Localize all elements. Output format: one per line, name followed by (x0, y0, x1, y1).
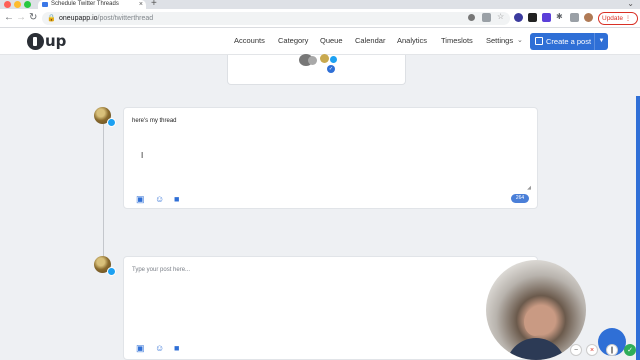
extension-icon[interactable] (528, 13, 537, 22)
sidebar-icon[interactable] (570, 13, 579, 22)
close-tab-icon[interactable]: × (139, 0, 143, 9)
twitter-badge-icon (107, 118, 116, 127)
selected-check-icon: ✓ (327, 65, 335, 73)
create-post-dropdown-icon[interactable]: ▼ (594, 33, 608, 50)
browser-tab[interactable]: Schedule Twitter Threads × (38, 0, 146, 9)
app-navbar: up Accounts Category Queue Calendar Anal… (0, 28, 640, 55)
cast-icon[interactable] (468, 14, 475, 21)
close-window-icon[interactable] (4, 1, 11, 8)
text-cursor-icon: I (141, 151, 144, 160)
character-counter: 264 (511, 194, 529, 203)
presenter-body (506, 338, 566, 360)
nav-settings[interactable]: Settings (486, 36, 513, 45)
logo-mark (27, 33, 44, 50)
nav-accounts[interactable]: Accounts (234, 36, 265, 45)
video-icon[interactable]: ■ (174, 194, 179, 204)
address-bar[interactable]: 🔒 oneupapp.io/post/twitterthread (42, 12, 510, 25)
tab-search-icon[interactable]: ⌄ (627, 0, 634, 8)
puzzle-icon[interactable]: ✱ (556, 12, 565, 21)
image-icon[interactable]: ▣ (136, 194, 145, 204)
nav-analytics[interactable]: Analytics (397, 36, 427, 45)
page-scrollbar[interactable] (636, 96, 640, 360)
maximize-window-icon[interactable] (24, 1, 31, 8)
post-text[interactable]: here's my thread (132, 118, 177, 124)
account-avatar[interactable] (320, 54, 329, 63)
pause-recording-icon[interactable]: ∥ (606, 344, 618, 356)
browser-toolbar: ← → ↻ 🔒 oneupapp.io/post/twitterthread ☆… (0, 9, 640, 28)
video-icon[interactable]: ■ (174, 343, 179, 353)
logo-text: up (45, 32, 67, 50)
forward-icon[interactable]: → (16, 12, 26, 24)
twitter-badge-icon (107, 267, 116, 276)
create-post-button[interactable]: Create a post ▼ (530, 33, 608, 50)
avatar (94, 256, 116, 276)
url-host: oneupapp.io (59, 15, 98, 22)
profile-avatar[interactable] (584, 13, 593, 22)
extension-icon[interactable] (514, 13, 523, 22)
share-icon[interactable] (482, 13, 491, 22)
minimize-recording-icon[interactable]: − (570, 344, 582, 356)
minimize-window-icon[interactable] (14, 1, 21, 8)
update-label: Update (602, 15, 623, 22)
nav-queue[interactable]: Queue (320, 36, 343, 45)
cancel-recording-icon[interactable]: × (586, 344, 598, 356)
account-avatar[interactable] (308, 56, 317, 65)
nav-category[interactable]: Category (278, 36, 308, 45)
finish-recording-icon[interactable]: ✓ (624, 344, 636, 356)
thread-connector (103, 124, 104, 264)
create-post-label: Create a post (546, 37, 592, 46)
thread-post-card: here's my thread I ◢ ▣ ☺ ■ 264 (123, 107, 538, 209)
calendar-icon (535, 37, 543, 45)
nav-calendar[interactable]: Calendar (355, 36, 385, 45)
account-selector-card: ✓ (227, 54, 406, 85)
favicon-icon (42, 2, 48, 7)
lock-icon[interactable]: 🔒 (47, 12, 56, 25)
new-tab-icon[interactable]: + (151, 0, 157, 9)
browser-tab-strip: Schedule Twitter Threads × + ⌄ (0, 0, 640, 9)
nav-timeslots[interactable]: Timeslots (441, 36, 473, 45)
reload-icon[interactable]: ↻ (29, 12, 37, 24)
update-button[interactable]: Update ⋮ (598, 12, 638, 25)
twitter-badge-icon (330, 56, 337, 63)
url-path: /post/twitterthread (97, 15, 154, 22)
emoji-icon[interactable]: ☺ (155, 194, 164, 204)
resize-handle-icon[interactable]: ◢ (527, 185, 531, 191)
emoji-icon[interactable]: ☺ (155, 343, 164, 353)
thread-post-card: Type your post here... ▣ ☺ ■ (123, 256, 538, 360)
presenter-face (524, 308, 546, 336)
back-icon[interactable]: ← (4, 12, 14, 24)
avatar (94, 107, 116, 127)
bookmark-star-icon[interactable]: ☆ (497, 12, 506, 21)
tab-title: Schedule Twitter Threads (51, 1, 119, 7)
post-input-placeholder[interactable]: Type your post here... (132, 267, 190, 273)
image-icon[interactable]: ▣ (136, 343, 145, 353)
settings-chevron-down-icon[interactable]: ⌄ (517, 36, 523, 44)
extension-icon[interactable] (542, 13, 551, 22)
